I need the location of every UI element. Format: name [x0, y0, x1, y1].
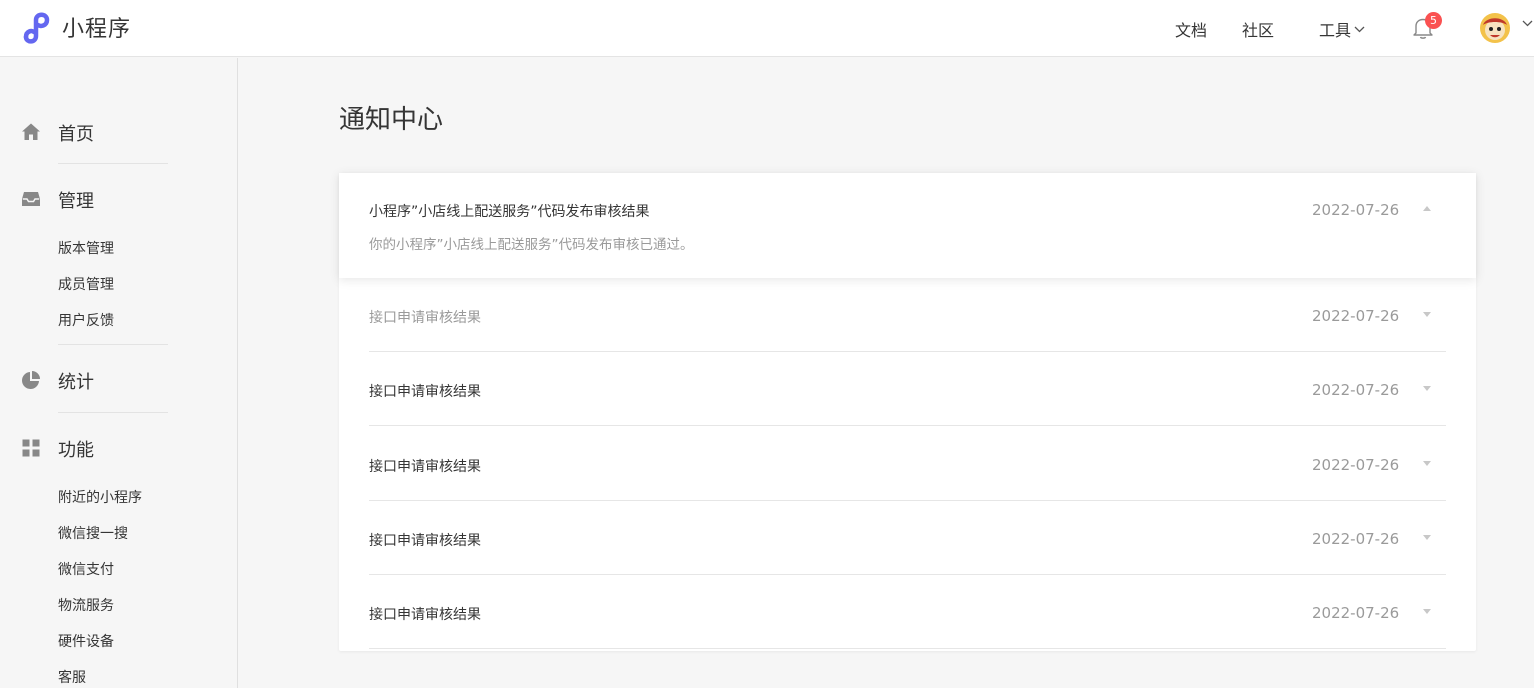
grid-icon — [22, 439, 40, 457]
notice-date: 2022-07-26 — [1312, 307, 1400, 325]
pie-chart-icon — [22, 371, 40, 389]
notice-title: 接口申请审核结果 — [369, 459, 481, 475]
notice-content: 你的小程序”小店线上配送服务”代码发布审核已通过。 — [369, 237, 694, 253]
nav-tools-dropdown[interactable]: 工具 — [1319, 17, 1365, 41]
caret-up-icon[interactable] — [1423, 206, 1431, 211]
sidebar-item-label: 管理 — [58, 191, 94, 212]
caret-down-icon[interactable] — [1423, 461, 1431, 466]
logo[interactable]: 小程序 — [20, 10, 131, 44]
caret-down-icon[interactable] — [1423, 609, 1431, 614]
sidebar-subitem-wechat-search[interactable]: 微信搜一搜 — [58, 523, 128, 543]
chevron-down-icon — [1354, 26, 1365, 32]
notice-item[interactable]: 接口申请审核结果 2022-07-26 — [339, 278, 1476, 352]
sidebar-subitem-version-manage[interactable]: 版本管理 — [58, 238, 114, 258]
app-name: 小程序 — [62, 17, 132, 42]
sidebar-item-label: 统计 — [58, 372, 94, 393]
notice-date: 2022-07-26 — [1312, 604, 1400, 622]
nav-docs-link[interactable]: 文档 — [1175, 17, 1207, 41]
page-title: 通知中心 — [339, 105, 444, 135]
account-chevron-down-icon[interactable] — [1522, 20, 1533, 27]
notice-date: 2022-07-26 — [1312, 456, 1400, 474]
sidebar-subitem-nearby-miniprogram[interactable]: 附近的小程序 — [58, 487, 142, 507]
notice-title: 接口申请审核结果 — [369, 384, 481, 400]
notice-date: 2022-07-26 — [1312, 201, 1400, 219]
notice-item[interactable]: 接口申请审核结果 2022-07-26 — [339, 352, 1476, 426]
inbox-icon — [22, 192, 40, 206]
avatar[interactable] — [1480, 13, 1510, 43]
notification-badge: 5 — [1425, 12, 1442, 29]
row-divider — [369, 425, 1446, 426]
notice-title: 小程序”小店线上配送服务”代码发布审核结果 — [369, 204, 650, 220]
sidebar-item-label: 首页 — [58, 124, 94, 145]
sidebar-subitem-customer-service[interactable]: 客服 — [58, 667, 86, 687]
nav-tools-label: 工具 — [1319, 21, 1352, 40]
caret-down-icon[interactable] — [1423, 312, 1431, 317]
sidebar-subitem-wechat-pay[interactable]: 微信支付 — [58, 559, 114, 579]
notice-item[interactable]: 接口申请审核结果 2022-07-26 — [339, 501, 1476, 575]
notice-title: 接口申请审核结果 — [369, 310, 481, 326]
sidebar-subitem-logistics[interactable]: 物流服务 — [58, 595, 114, 615]
notice-item[interactable]: 接口申请审核结果 2022-07-26 — [339, 575, 1476, 649]
nav-community-link[interactable]: 社区 — [1242, 17, 1274, 41]
notice-item[interactable]: 接口申请审核结果 2022-07-26 — [339, 427, 1476, 501]
sidebar-item-features[interactable]: 功能 — [0, 436, 200, 461]
caret-down-icon[interactable] — [1423, 535, 1431, 540]
sidebar-divider — [58, 163, 168, 164]
home-icon — [22, 123, 40, 140]
sidebar-divider — [58, 412, 168, 413]
notice-list: 小程序”小店线上配送服务”代码发布审核结果 2022-07-26 你的小程序”小… — [339, 173, 1476, 651]
miniprogram-logo-icon — [23, 12, 50, 44]
notice-date: 2022-07-26 — [1312, 530, 1400, 548]
sidebar-item-label: 功能 — [58, 440, 94, 461]
sidebar-item-manage[interactable]: 管理 — [0, 187, 200, 212]
sidebar-subitem-member-manage[interactable]: 成员管理 — [58, 274, 114, 294]
avatar-image-icon — [1480, 13, 1510, 43]
row-divider — [369, 648, 1446, 649]
top-header: 小程序 文档 社区 工具 5 — [0, 0, 1534, 57]
notice-date: 2022-07-26 — [1312, 381, 1400, 399]
sidebar-divider — [58, 344, 168, 345]
notice-title: 接口申请审核结果 — [369, 533, 481, 549]
sidebar-item-stats[interactable]: 统计 — [0, 368, 200, 393]
notice-title: 接口申请审核结果 — [369, 607, 481, 623]
notice-item-expanded[interactable]: 小程序”小店线上配送服务”代码发布审核结果 2022-07-26 你的小程序”小… — [339, 173, 1476, 278]
sidebar-item-home[interactable]: 首页 — [0, 120, 200, 145]
sidebar: 首页 管理 版本管理 成员管理 用户反馈 统计 功能 附近的小程序 微信搜一搜 … — [0, 58, 238, 688]
caret-down-icon[interactable] — [1423, 386, 1431, 391]
sidebar-subitem-hardware[interactable]: 硬件设备 — [58, 631, 114, 651]
sidebar-subitem-user-feedback[interactable]: 用户反馈 — [58, 310, 114, 330]
